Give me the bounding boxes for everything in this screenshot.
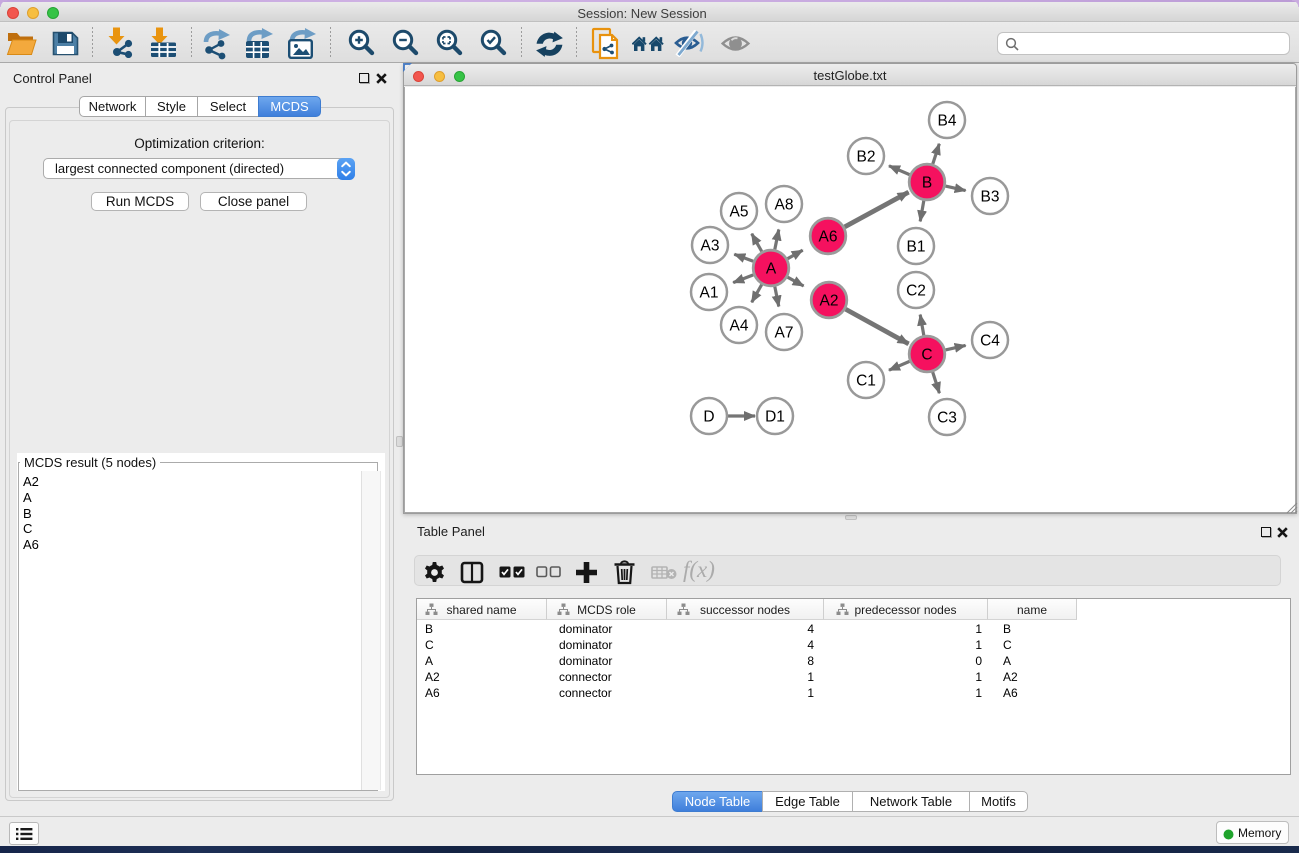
svg-text:A4: A4 — [730, 318, 749, 335]
svg-text:A7: A7 — [775, 325, 794, 342]
svg-text:C4: C4 — [980, 333, 1000, 350]
svg-text:B4: B4 — [938, 113, 957, 130]
svg-text:A3: A3 — [701, 238, 720, 255]
svg-text:A2: A2 — [820, 293, 839, 310]
svg-text:C2: C2 — [906, 283, 926, 300]
svg-text:B1: B1 — [907, 239, 926, 256]
svg-text:C3: C3 — [937, 410, 957, 427]
svg-text:A1: A1 — [700, 285, 719, 302]
svg-text:C1: C1 — [856, 373, 876, 390]
svg-text:A8: A8 — [775, 197, 794, 214]
svg-text:D1: D1 — [765, 409, 785, 426]
svg-text:A6: A6 — [819, 229, 838, 246]
svg-text:A: A — [766, 261, 777, 278]
svg-text:B3: B3 — [981, 189, 1000, 206]
svg-text:B2: B2 — [857, 149, 876, 166]
svg-text:D: D — [703, 409, 714, 426]
svg-text:C: C — [921, 347, 932, 364]
svg-text:B: B — [922, 175, 932, 192]
svg-text:A5: A5 — [730, 204, 749, 221]
